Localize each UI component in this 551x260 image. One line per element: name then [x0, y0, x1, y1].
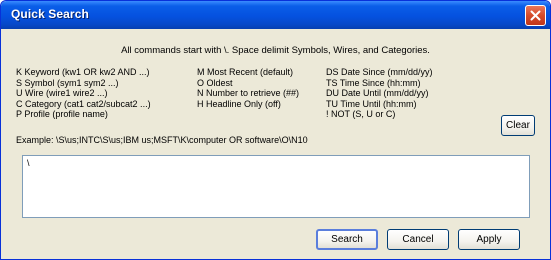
instructions-headline: All commands start with \. Space delimit…	[121, 45, 430, 56]
apply-button[interactable]: Apply	[458, 229, 520, 250]
close-button[interactable]	[525, 5, 546, 26]
clear-button[interactable]: Clear	[501, 115, 535, 136]
command-date-until: DU Date Until (mm/dd/yy)	[326, 88, 429, 98]
command-symbol: S Symbol (sym1 sym2 ...)	[16, 77, 119, 88]
command-number: N Number to retrieve (##)	[197, 88, 300, 98]
commands-column-3: DS Date Since (mm/dd/yy) TS Time Since (…	[326, 67, 433, 120]
command-date-since: DS Date Since (mm/dd/yy)	[326, 67, 433, 77]
window-title: Quick Search	[11, 7, 89, 21]
command-keyword: K Keyword (kw1 OR kw2 AND ...)	[16, 67, 150, 77]
command-most-recent: M Most Recent (default)	[197, 67, 294, 77]
command-headline-only: H Headline Only (off)	[197, 98, 281, 109]
command-category: C Category (cat1 cat2/subcat2 ...)	[16, 98, 151, 109]
command-time-until: TU Time Until (hh:mm)	[326, 98, 417, 109]
search-button[interactable]: Search	[316, 229, 378, 250]
command-time-since: TS Time Since (hh:mm)	[326, 77, 421, 88]
command-oldest: O Oldest	[197, 77, 233, 88]
close-icon	[530, 10, 541, 21]
query-input-value: \	[27, 158, 30, 168]
commands-column-1: K Keyword (kw1 OR kw2 AND ...) S Symbol …	[16, 67, 151, 120]
command-not: ! NOT (S, U or C)	[326, 109, 396, 119]
command-profile: P Profile (profile name)	[16, 109, 108, 119]
commands-column-2: M Most Recent (default) O Oldest N Numbe…	[197, 67, 299, 109]
command-wire: U Wire (wire1 wire2 ...)	[16, 88, 108, 98]
example-text: Example: \S\us;INTC\S\us;IBM us;MSFT\K\c…	[16, 135, 308, 145]
quick-search-dialog: Quick Search All commands start with \. …	[0, 0, 551, 260]
query-input[interactable]: \	[22, 155, 530, 218]
dialog-body: All commands start with \. Space delimit…	[4, 29, 547, 257]
title-bar[interactable]: Quick Search	[1, 1, 550, 29]
cancel-button[interactable]: Cancel	[387, 229, 449, 250]
